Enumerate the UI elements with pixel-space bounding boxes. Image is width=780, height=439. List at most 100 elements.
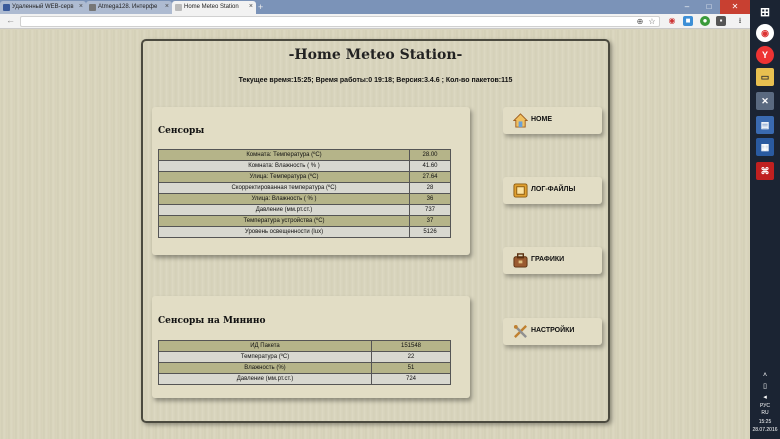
minino-card: Сенсоры на Минино ИД Пакета 151548 Темпер…	[152, 296, 470, 398]
app-icon[interactable]: ▤	[756, 116, 774, 134]
extension-icon[interactable]: ●	[700, 16, 710, 26]
table-row: Давление (мм.рт.ст.) 724	[159, 374, 450, 384]
volume-icon[interactable]: ◂	[750, 393, 780, 401]
extension-icon[interactable]: ◉	[667, 16, 677, 26]
sensor-value: 41.60	[410, 161, 450, 171]
extension-icon[interactable]: ▪	[716, 16, 726, 26]
table-row: Уровень освещенности (lux) 5126	[159, 227, 450, 237]
page-background: -Home Meteo Station- Текущее время:15:25…	[0, 30, 750, 439]
sensor-value: 28.00	[410, 150, 450, 160]
browser-toolbar: ← ⊕ ☆ ◉ ■ ● ▪ ⭳	[0, 14, 750, 29]
translate-icon[interactable]: ⊕	[635, 17, 645, 27]
sensor-label: Давление (мм.рт.ст.)	[159, 374, 371, 384]
log-files-icon	[513, 183, 528, 198]
charts-label: ГРАФИКИ	[531, 256, 565, 263]
close-tab-icon[interactable]: ×	[249, 3, 253, 10]
table-row: ИД Пакета 151548	[159, 341, 450, 351]
tab-label: Home Meteo Station	[184, 4, 239, 10]
back-arrow-icon[interactable]: ←	[6, 15, 15, 25]
tab-label: Удаленный WEB-серв	[12, 4, 74, 10]
sensor-label: Скорректированная температура (ºC)	[159, 183, 409, 193]
table-row: Комната: Температура (ºC) 28.00	[159, 150, 450, 160]
page-title: -Home Meteo Station-	[288, 47, 463, 63]
charts-button[interactable]: ГРАФИКИ	[503, 247, 602, 274]
sensors-title: Сенсоры	[158, 126, 205, 136]
status-line: Текущее время:15:25; Время работы:0 19:1…	[238, 77, 513, 84]
sensor-value: 51	[372, 363, 450, 373]
sensor-label: ИД Пакета	[159, 341, 371, 351]
sensor-value: 27.64	[410, 172, 450, 182]
sensor-label: Комната: Влажность ( % )	[159, 161, 409, 171]
new-tab-button[interactable]: +	[258, 2, 263, 12]
table-row: Температура устройства (ºC) 37	[159, 216, 450, 226]
minino-title: Сенсоры на Минино	[158, 316, 266, 326]
tools-icon[interactable]: ✕	[756, 92, 774, 110]
tab-label: Atmega128. Интерфе	[98, 4, 158, 10]
sensor-label: Улица: Влажность ( % )	[159, 194, 409, 204]
tab-remote-web[interactable]: Удаленный WEB-серв ×	[0, 1, 86, 14]
page-icon	[175, 4, 182, 11]
app-icon[interactable]: ▦	[756, 138, 774, 156]
sensor-value: 724	[372, 374, 450, 384]
minino-table: ИД Пакета 151548 Температура (ºC) 22 Влажн…	[158, 340, 451, 385]
yandex-icon[interactable]: Y	[756, 46, 774, 64]
sensor-value: 737	[410, 205, 450, 215]
maximize-button[interactable]: □	[698, 0, 720, 14]
chrome-icon[interactable]: ◉	[756, 24, 774, 42]
sensor-value: 28	[410, 183, 450, 193]
page-icon	[89, 4, 96, 11]
windows-start-icon[interactable]: ⊞	[756, 3, 774, 21]
table-row: Комната: Влажность ( % ) 41.60	[159, 161, 450, 171]
sensor-label: Улица: Температура (ºC)	[159, 172, 409, 182]
folder-icon[interactable]: ▭	[756, 68, 774, 86]
table-row: Влажность (%) 51	[159, 363, 450, 373]
house-icon	[513, 113, 528, 128]
home-button[interactable]: HOME	[503, 107, 602, 134]
close-tab-icon[interactable]: ×	[79, 3, 83, 10]
page-icon	[3, 4, 10, 11]
sensor-label: Температура (ºC)	[159, 352, 371, 362]
sensor-label: Уровень освещенности (lux)	[159, 227, 409, 237]
close-window-button[interactable]: ✕	[720, 0, 750, 14]
browser-tab-strip: Удаленный WEB-серв × Atmega128. Интерфе …	[0, 0, 750, 14]
sensor-value: 5126	[410, 227, 450, 237]
logs-label: ЛОГ-ФАЙЛЫ	[531, 186, 576, 193]
minimize-button[interactable]: –	[676, 0, 698, 14]
input-language[interactable]: РУС	[750, 403, 780, 409]
input-region: RU	[761, 410, 769, 416]
address-bar[interactable]: ⊕ ☆	[20, 16, 660, 27]
sensor-label: Комната: Температура (ºC)	[159, 150, 409, 160]
table-row: Улица: Температура (ºC) 27.64	[159, 172, 450, 182]
tools-icon	[513, 324, 527, 338]
table-row: Улица: Влажность ( % ) 36	[159, 194, 450, 204]
sensor-value: 37	[410, 216, 450, 226]
sensor-value: 151548	[372, 341, 450, 351]
pdf-icon[interactable]: ⌘	[756, 162, 774, 180]
network-icon[interactable]: ▯	[750, 382, 780, 390]
close-tab-icon[interactable]: ×	[165, 3, 169, 10]
main-panel: -Home Meteo Station- Текущее время:15:25…	[141, 39, 610, 423]
table-row: Скорректированная температура (ºC) 28	[159, 183, 450, 193]
tab-atmega[interactable]: Atmega128. Интерфе ×	[86, 1, 172, 14]
sensor-value: 22	[372, 352, 450, 362]
clock-date[interactable]: 28.07.2016	[750, 427, 780, 433]
table-row: Давление (мм.рт.ст.) 737	[159, 205, 450, 215]
sensor-label: Давление (мм.рт.ст.)	[159, 205, 409, 215]
home-label: HOME	[531, 116, 552, 123]
sensor-value: 36	[410, 194, 450, 204]
star-icon[interactable]: ☆	[647, 17, 657, 27]
settings-label: НАСТРОЙКИ	[531, 327, 575, 334]
windows-taskbar: ⊞ ◉ Y ▭ ✕ ▤ ▦ ⌘ ˄ ▯ ◂ РУС RU 15:25 28.07…	[750, 0, 780, 439]
table-row: Температура (ºC) 22	[159, 352, 450, 362]
tray-arrow-icon[interactable]: ˄	[750, 372, 780, 379]
extension-icon[interactable]: ■	[683, 16, 693, 26]
sensors-table: Комната: Температура (ºC) 28.00 Комната: …	[158, 149, 451, 238]
download-icon[interactable]: ⭳	[735, 16, 745, 26]
sensor-label: Температура устройства (ºC)	[159, 216, 409, 226]
logs-button[interactable]: ЛОГ-ФАЙЛЫ	[503, 177, 602, 204]
clock-time[interactable]: 15:25	[750, 419, 780, 425]
briefcase-icon	[513, 253, 528, 268]
tab-home-meteo[interactable]: Home Meteo Station ×	[172, 1, 256, 14]
sensor-label: Влажность (%)	[159, 363, 371, 373]
settings-button[interactable]: НАСТРОЙКИ	[503, 318, 602, 345]
